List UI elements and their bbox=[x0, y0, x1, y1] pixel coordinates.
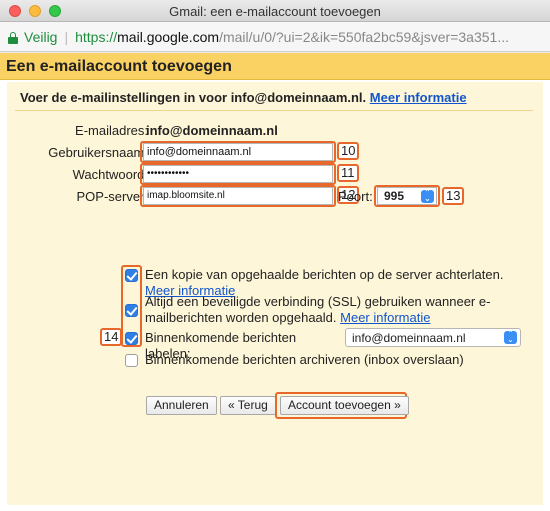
username-input[interactable]: info@domeinnaam.nl bbox=[143, 143, 333, 161]
lock-icon bbox=[8, 31, 18, 44]
annotation-badge-13: 13 bbox=[442, 187, 465, 205]
label-select-value: info@domeinnaam.nl bbox=[352, 331, 466, 345]
pop-server-label: POP-server: bbox=[76, 189, 148, 204]
pop-server-input[interactable]: imap.bloomsite.nl bbox=[143, 187, 333, 205]
secure-label: Veilig bbox=[24, 28, 58, 45]
select-arrows-icon: ⌃ ⌄ bbox=[421, 189, 434, 203]
password-input[interactable]: •••••••••••• bbox=[143, 165, 333, 183]
back-button[interactable]: « Terug bbox=[220, 396, 276, 415]
url-host: mail.google.com bbox=[117, 28, 220, 45]
annotation-badge-14: 14 bbox=[100, 328, 123, 346]
ssl-option: Altijd een beveiligde verbinding (SSL) g… bbox=[145, 294, 515, 326]
window-titlebar: Gmail: een e-mailaccount toevoegen bbox=[0, 0, 550, 22]
url-path: /mail/u/0/?ui=2&ik=550fa2bc59&jsver=3a35… bbox=[219, 28, 509, 45]
port-label: Poort: bbox=[338, 189, 373, 204]
address-bar[interactable]: Veilig | https://mail.google.com/mail/u/… bbox=[0, 22, 550, 52]
keep-copy-checkbox[interactable] bbox=[125, 269, 138, 282]
keep-copy-label: Een kopie van opgehaalde berichten op de… bbox=[145, 267, 504, 282]
cancel-button[interactable]: Annuleren bbox=[146, 396, 217, 415]
page-content: Een e-mailaccount toevoegen Voer de e-ma… bbox=[0, 53, 550, 511]
url-scheme: https:// bbox=[75, 28, 118, 45]
archive-incoming-label: Binnenkomende berichten archiveren (inbo… bbox=[145, 352, 464, 367]
annotation-badge-10: 10 bbox=[337, 142, 360, 160]
pop-settings-form: E-mailadres: info@domeinnaam.nl Gebruike… bbox=[7, 82, 543, 505]
label-incoming-checkbox[interactable] bbox=[125, 332, 138, 345]
ssl-checkbox[interactable] bbox=[125, 304, 138, 317]
url-separator: | bbox=[64, 28, 69, 45]
username-label: Gebruikersnaam: bbox=[48, 145, 148, 160]
port-value: 995 bbox=[384, 189, 405, 203]
archive-incoming-checkbox[interactable] bbox=[125, 354, 138, 367]
port-select[interactable]: 995 ⌃ ⌄ bbox=[377, 187, 437, 205]
ssl-label: Altijd een beveiligde verbinding (SSL) g… bbox=[145, 294, 491, 325]
add-account-button[interactable]: Account toevoegen » bbox=[280, 396, 409, 415]
email-address-label: E-mailadres: bbox=[75, 123, 148, 138]
dialog-header: Een e-mailaccount toevoegen bbox=[0, 53, 550, 80]
settings-panel: Voer de e-mailinstellingen in voor info@… bbox=[7, 82, 543, 505]
email-address-value: info@domeinnaam.nl bbox=[146, 123, 278, 138]
label-select[interactable]: info@domeinnaam.nl ⌃ ⌄ bbox=[345, 328, 521, 347]
select-arrows-icon: ⌃ ⌄ bbox=[504, 330, 517, 344]
password-label: Wachtwoord: bbox=[72, 167, 148, 182]
page-title: Een e-mailaccount toevoegen bbox=[6, 58, 232, 75]
window-title: Gmail: een e-mailaccount toevoegen bbox=[169, 4, 381, 19]
ssl-more-info-link[interactable]: Meer informatie bbox=[340, 310, 430, 325]
annotation-badge-11: 11 bbox=[337, 164, 359, 182]
